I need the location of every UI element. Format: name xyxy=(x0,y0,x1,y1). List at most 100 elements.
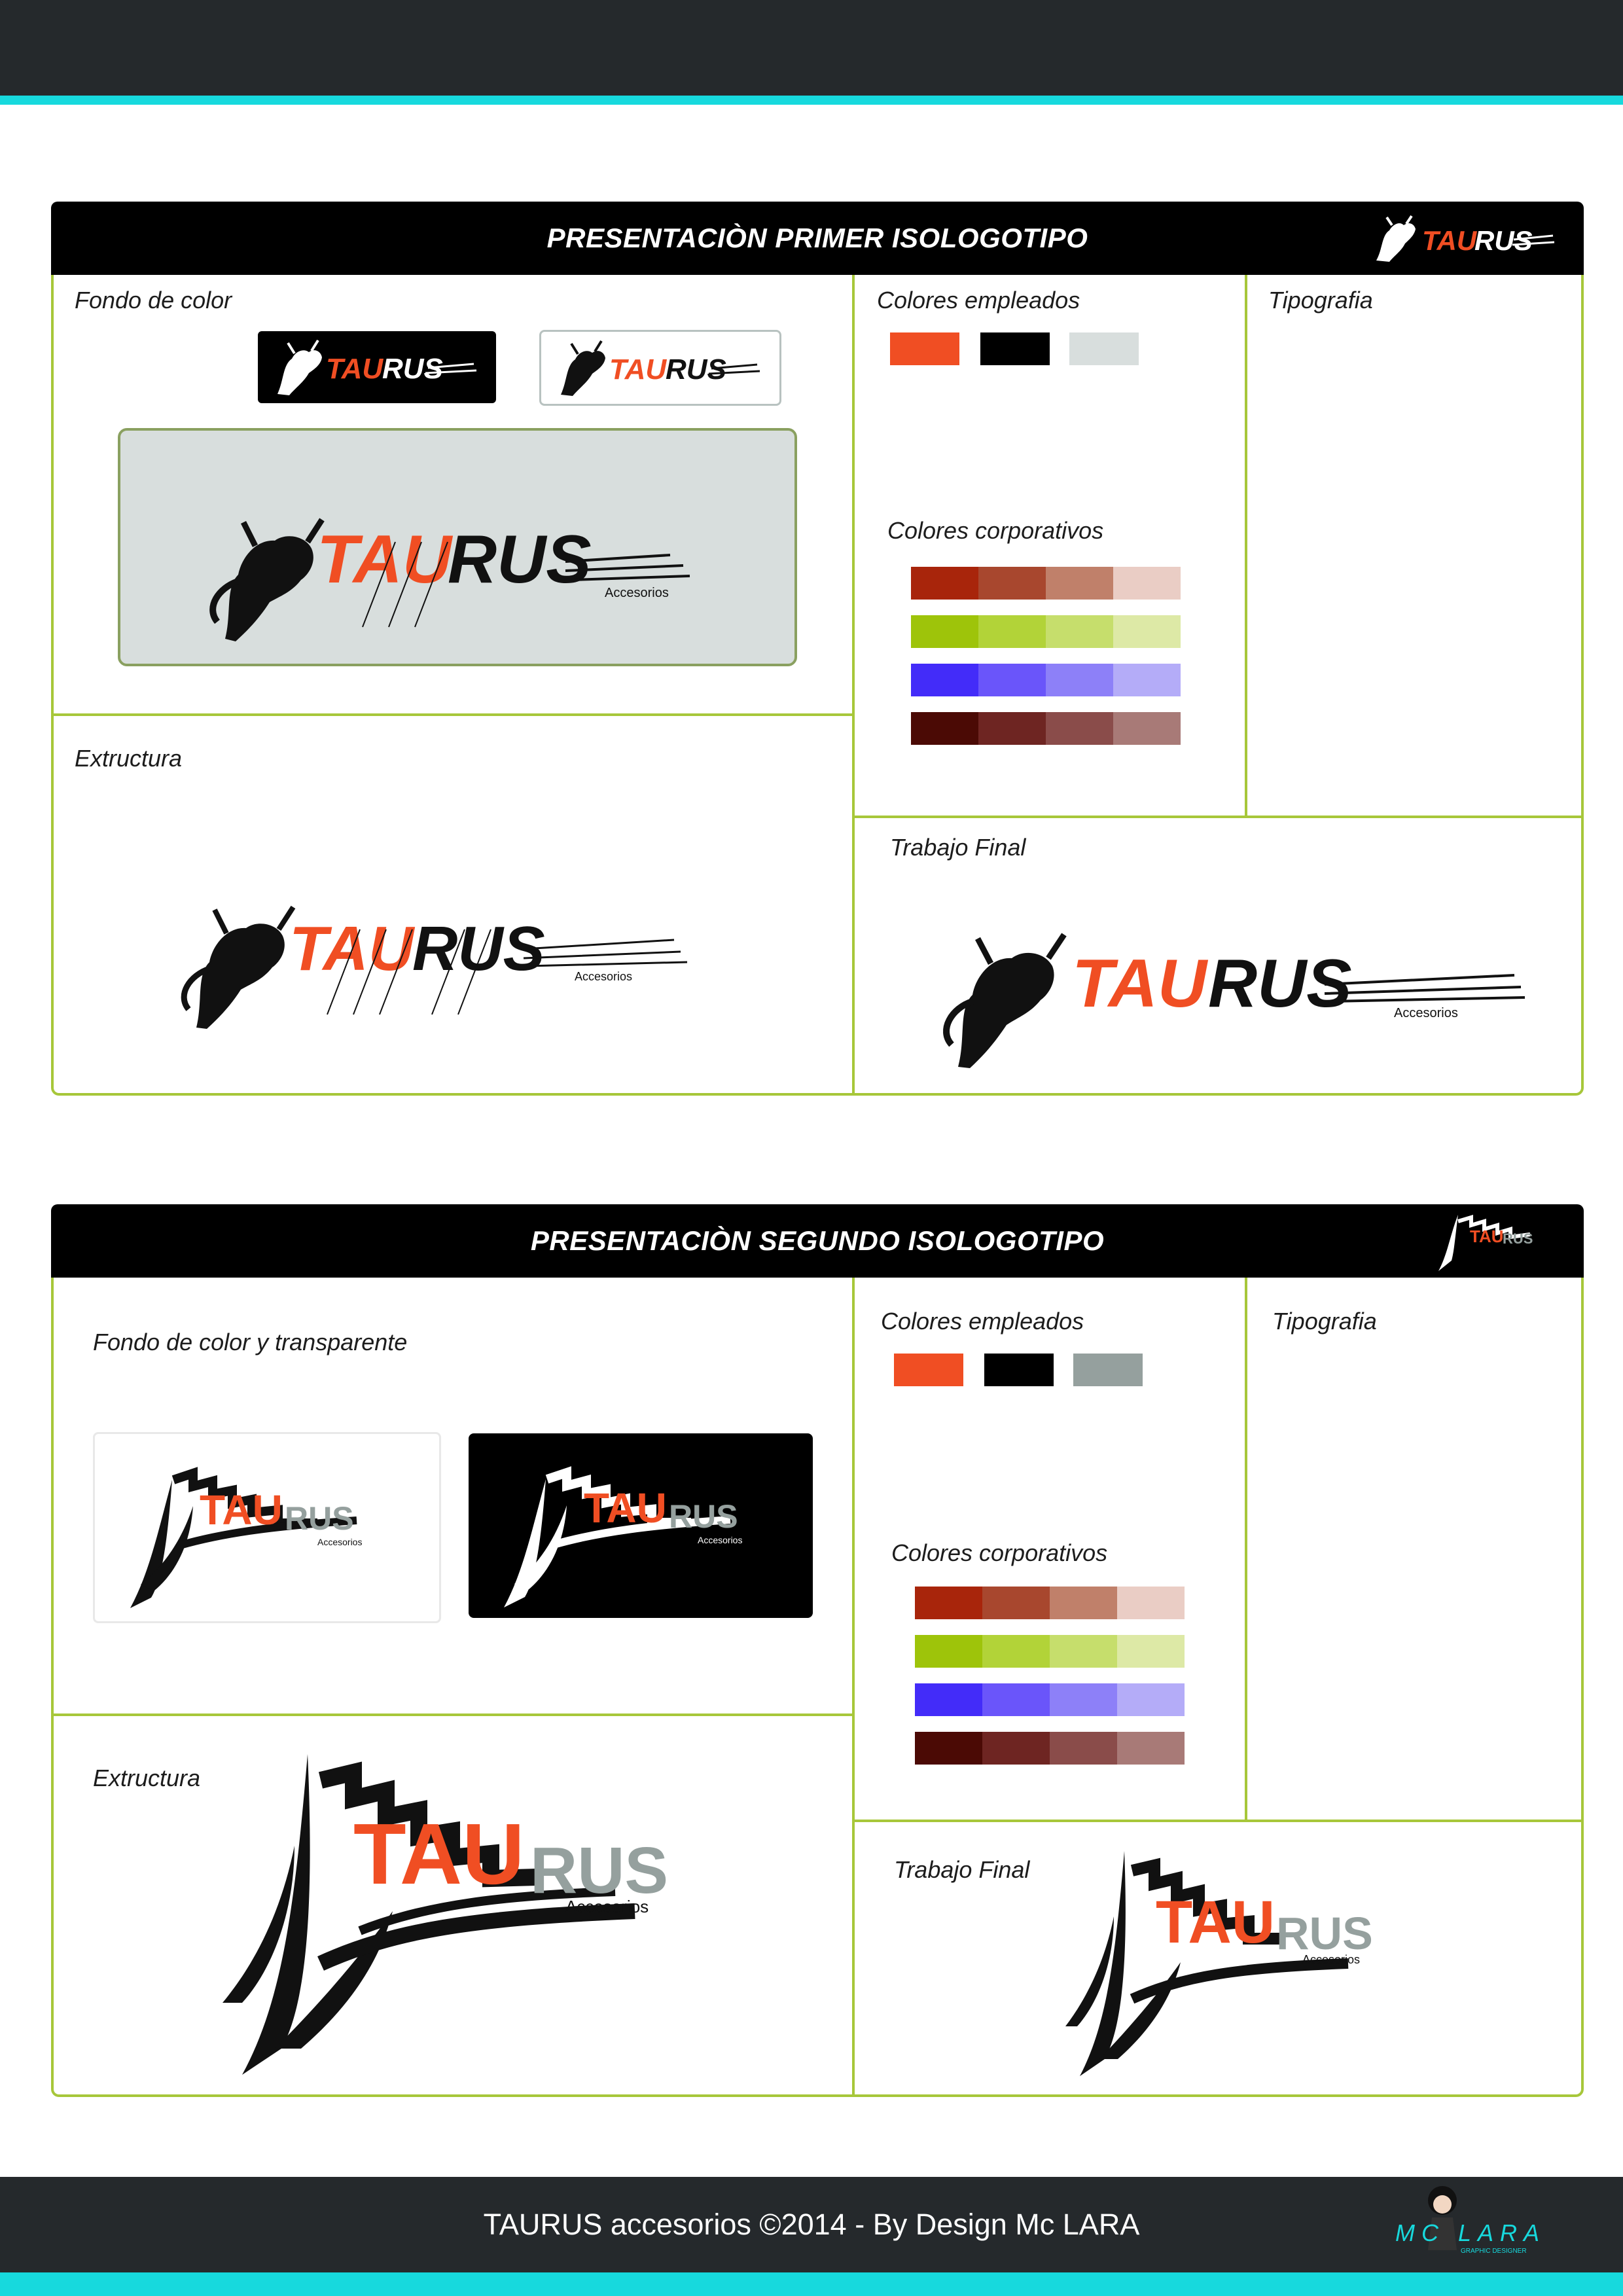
extructura-checkered-logo-icon: TAU RUS Accesorios xyxy=(223,1754,668,2075)
panel2-extructura-label: Extructura xyxy=(93,1765,201,1791)
palette-chip xyxy=(911,712,978,745)
checkered-logo-on-black-box: TAU RUS Accesorios xyxy=(469,1433,813,1618)
palette-chip xyxy=(1050,1587,1117,1619)
bull-logo-small-icon: TAU RUS xyxy=(561,340,760,396)
panel2-divider-left-horizontal xyxy=(51,1713,855,1716)
palette-chip xyxy=(1046,615,1113,648)
palette-chip xyxy=(982,1732,1050,1765)
panel2-trabajo-final-label: Trabajo Final xyxy=(894,1856,1030,1883)
panel1-swatch-orange xyxy=(890,332,959,365)
panel1-title: PRESENTACIÒN PRIMER ISOLOGOTIPO xyxy=(546,223,1088,253)
panel1-divider-vertical-right xyxy=(1245,275,1247,818)
bull-logo-small-icon: TAU RUS xyxy=(277,339,477,395)
panel1-trabajo-final-label: Trabajo Final xyxy=(890,834,1026,861)
palette-chip xyxy=(1113,567,1181,600)
panel1-tipografia-label: Tipografia xyxy=(1268,287,1373,314)
palette-chip xyxy=(915,1683,982,1716)
logo-accesorios-text: Accesorios xyxy=(605,586,669,600)
palette-row-green xyxy=(911,615,1181,648)
panel2-colores-empleados-label: Colores empleados xyxy=(881,1308,1084,1335)
logo-accesorios-text: Accesorios xyxy=(565,1897,649,1916)
palette-chip xyxy=(1046,712,1113,745)
panel2-divider-vertical xyxy=(852,1278,855,2097)
panel1-corporate-palette xyxy=(911,567,1181,745)
palette-chip xyxy=(911,615,978,648)
header-logo-rus: RUS xyxy=(1503,1230,1533,1247)
panel2-fondo-label: Fondo de color y transparente xyxy=(93,1329,408,1355)
header-bull-logo-icon: TAU RUS xyxy=(1376,215,1555,262)
panel1-header: PRESENTACIÒN PRIMER ISOLOGOTIPO TAU RUS xyxy=(51,202,1584,275)
panel1-colores-corporativos-label: Colores corporativos xyxy=(887,517,1104,544)
panel1-divider-right-horizontal xyxy=(852,816,1584,818)
palette-chip xyxy=(1050,1683,1117,1716)
palette-row-red xyxy=(915,1587,1185,1619)
panel1-colores-empleados-label: Colores empleados xyxy=(877,287,1080,314)
logo-rus-text: RUS xyxy=(382,353,443,385)
header-checkered-logo-icon: TAU RUS xyxy=(1438,1214,1533,1271)
palette-chip xyxy=(1117,1732,1185,1765)
logo-tau-text: TAU xyxy=(317,522,454,598)
logo-tau-text: TAU xyxy=(200,1486,283,1534)
palette-chip xyxy=(1113,664,1181,696)
top-bar xyxy=(0,0,1623,96)
palette-chip xyxy=(978,664,1046,696)
palette-chip xyxy=(982,1683,1050,1716)
logo-tau-text: TAU xyxy=(1156,1889,1275,1956)
panel2-swatch-black xyxy=(984,1354,1054,1386)
extructura-bull-logo-icon: TAU RUS Accesorios xyxy=(181,905,688,1029)
header-logo-tau: TAU xyxy=(1422,225,1478,256)
palette-chip xyxy=(978,567,1046,600)
panel2-swatch-gray xyxy=(1073,1354,1143,1386)
logo-accesorios-text: Accesorios xyxy=(698,1535,742,1545)
palette-row-blue xyxy=(915,1683,1185,1716)
palette-chip xyxy=(1050,1732,1117,1765)
palette-chip xyxy=(1046,567,1113,600)
mclara-text: MC LARA xyxy=(1395,2219,1546,2246)
trabajo-final-checkered-logo-icon: TAU RUS Accesorios xyxy=(1065,1851,1373,2076)
logo-on-white-box: TAU RUS xyxy=(539,330,781,406)
logo-rus-text: RUS xyxy=(669,1498,738,1535)
panel1-fondo-label: Fondo de color xyxy=(75,287,232,314)
checkered-logo-icon: TAU RUS Accesorios xyxy=(504,1466,742,1607)
logo-accesorios-text: Accesorios xyxy=(317,1537,362,1547)
panel2-divider-right-horizontal xyxy=(852,1820,1584,1822)
logo-tau-text: TAU xyxy=(326,353,383,385)
footer-accent-stripe xyxy=(0,2272,1623,2296)
palette-row-blue xyxy=(911,664,1181,696)
palette-row-maroon xyxy=(915,1732,1185,1765)
checkered-logo-on-white-box: TAU RUS Accesorios xyxy=(93,1432,441,1623)
mclara-sub-text: GRAPHIC DESIGNER xyxy=(1461,2248,1527,2255)
trabajo-final-bull-logo-icon: TAU RUS Accesorios xyxy=(943,933,1525,1068)
palette-chip xyxy=(1117,1683,1185,1716)
panel1-swatch-light-gray xyxy=(1069,332,1139,365)
logo-tau-text: TAU xyxy=(1072,946,1209,1022)
palette-chip xyxy=(978,712,1046,745)
panel2-title: PRESENTACIÒN SEGUNDO ISOLOGOTIPO xyxy=(530,1225,1105,1256)
logo-on-black-box: TAU RUS xyxy=(258,331,496,403)
panel2-tipografia-label: Tipografia xyxy=(1272,1308,1377,1335)
bull-logo-large-icon: TAU RUS Accesorios xyxy=(209,518,690,641)
logo-rus-text: RUS xyxy=(448,522,592,598)
palette-chip xyxy=(982,1587,1050,1619)
palette-row-green xyxy=(915,1635,1185,1668)
panel1-divider-left-horizontal xyxy=(51,713,855,716)
palette-chip xyxy=(915,1635,982,1668)
logo-accesorios-text: Accesorios xyxy=(575,970,632,983)
palette-chip xyxy=(911,664,978,696)
checkered-logo-icon: TAU RUS Accesorios xyxy=(130,1467,362,1608)
panel2-corporate-palette xyxy=(915,1587,1185,1765)
palette-chip xyxy=(1050,1635,1117,1668)
palette-chip xyxy=(915,1587,982,1619)
logo-rus-text: RUS xyxy=(666,353,726,386)
panel2-divider-vertical-right xyxy=(1245,1278,1247,1822)
header-logo-rus: RUS xyxy=(1474,225,1533,256)
panel1-swatch-black xyxy=(980,332,1050,365)
palette-chip xyxy=(1113,615,1181,648)
panel1-extructura-label: Extructura xyxy=(75,745,183,772)
panel1-divider-vertical xyxy=(852,275,855,1096)
footer-credit-text: TAURUS accesorios ©2014 - By Design Mc L… xyxy=(483,2208,1140,2241)
logo-on-gray-box: TAU RUS Accesorios xyxy=(118,428,797,666)
mclara-brand-logo-icon: MC LARA GRAPHIC DESIGNER xyxy=(1395,2186,1546,2255)
logo-tau-text: TAU xyxy=(353,1806,525,1902)
panel2-header: PRESENTACIÒN SEGUNDO ISOLOGOTIPO TAU RUS xyxy=(51,1204,1584,1278)
